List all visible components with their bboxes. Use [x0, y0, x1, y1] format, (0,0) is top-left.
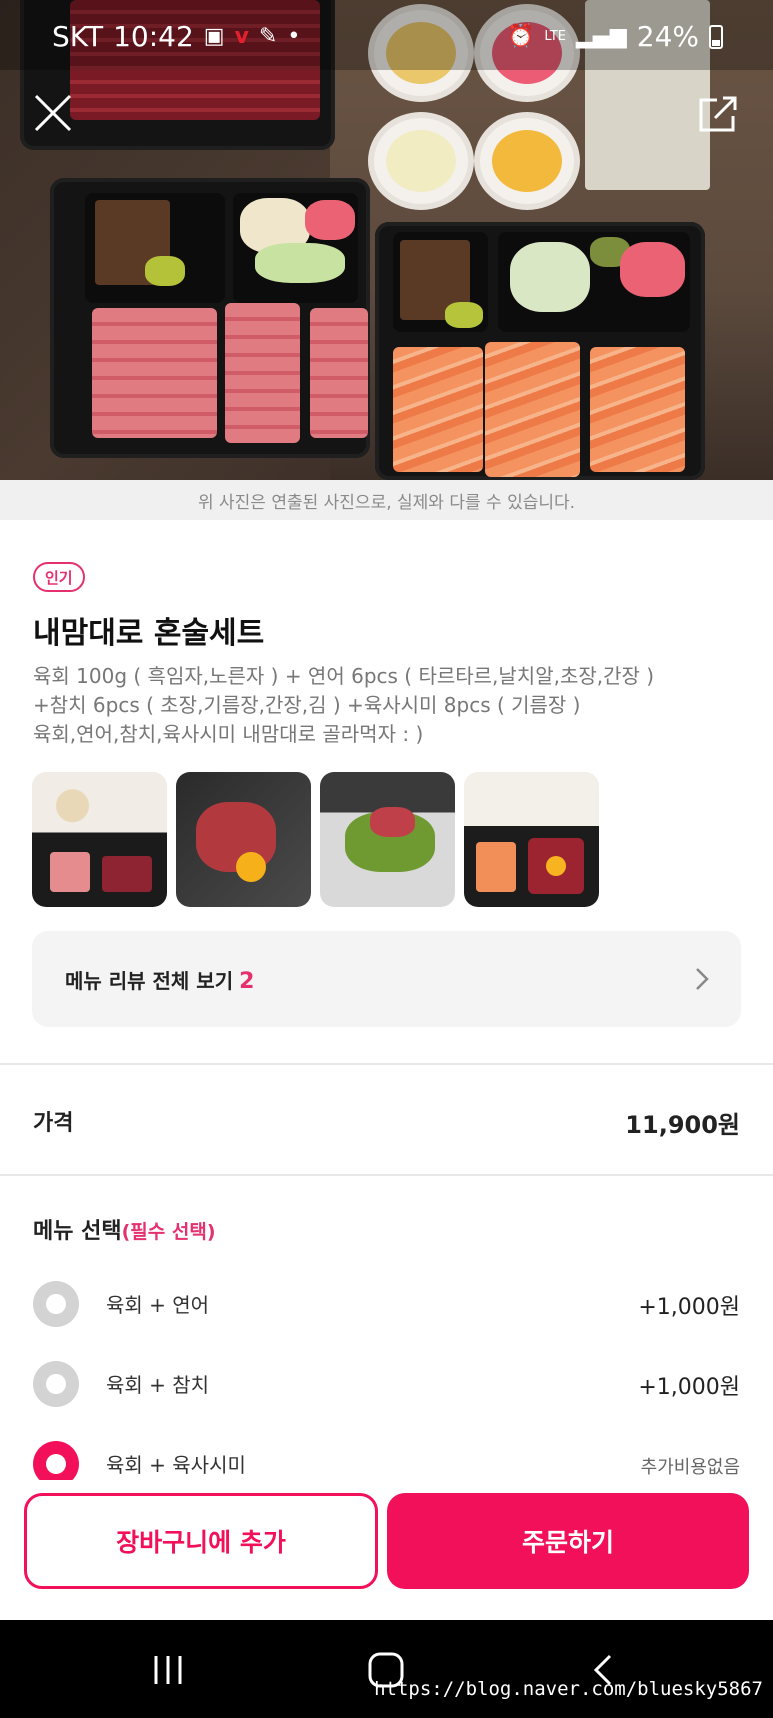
section-divider	[0, 1174, 773, 1176]
signal-icon: ▂▄▆	[576, 24, 627, 49]
option-price: 추가비용없음	[640, 1457, 740, 1478]
menu-select-label: 메뉴 선택	[33, 1219, 122, 1244]
review-label: 메뉴 리뷰 전체 보기	[65, 969, 234, 993]
close-button[interactable]	[30, 90, 78, 138]
product-title: 내맘대로 혼술세트	[33, 616, 265, 651]
chevron-right-icon	[696, 968, 709, 990]
notification-icon: ✎	[258, 24, 278, 49]
description-line: 육회 100g ( 흑임자,노른자 ) + 연어 6pcs ( 타르타르,날치알…	[33, 664, 655, 688]
menu-option[interactable]: 육회 + 연어 +1,000원	[0, 1273, 773, 1333]
carrier-label: SKT	[52, 20, 104, 53]
option-label: 육회 + 연어	[106, 1293, 210, 1317]
section-divider	[0, 1063, 773, 1065]
product-description: 육회 100g ( 흑임자,노른자 ) + 연어 6pcs ( 타르타르,날치알…	[33, 662, 743, 749]
price-value: 11,900원	[625, 1111, 740, 1139]
share-button[interactable]	[695, 90, 743, 138]
app-notification-icon: v	[234, 24, 249, 49]
price-label: 가격	[33, 1111, 74, 1136]
radio-button[interactable]	[33, 1361, 79, 1407]
network-type: LTE	[544, 29, 566, 44]
clock: 10:42	[113, 20, 194, 53]
hero-food-photo	[0, 0, 773, 480]
photo-disclaimer: 위 사진은 연출된 사진으로, 실제와 다를 수 있습니다.	[0, 480, 773, 520]
popular-badge: 인기	[33, 562, 85, 592]
bottom-action-bar: 장바구니에 추가 주문하기	[0, 1480, 773, 1618]
alarm-icon: ⏰	[506, 24, 535, 49]
more-notifications-icon: •	[287, 24, 301, 49]
description-line: 육회,연어,참치,육사시미 내맘대로 골라먹자 : )	[33, 722, 424, 746]
review-photo-list	[32, 772, 599, 907]
status-bar: SKT 10:42 ▣ v ✎ • ⏰ LTE ▂▄▆ 24%	[0, 0, 773, 70]
menu-review-link[interactable]: 메뉴 리뷰 전체 보기 2	[32, 931, 741, 1027]
review-label-row: 메뉴 리뷰 전체 보기 2	[65, 965, 254, 994]
review-photo[interactable]	[32, 772, 167, 907]
review-count: 2	[239, 969, 255, 994]
battery-icon	[709, 24, 723, 49]
option-label: 육회 + 육사시미	[106, 1453, 246, 1477]
review-photo[interactable]	[176, 772, 311, 907]
review-photo[interactable]	[464, 772, 599, 907]
watermark: https://blog.naver.com/bluesky5867	[374, 1678, 763, 1700]
description-line: +참치 6pcs ( 초장,기름장,간장,김 ) +육사시미 8pcs ( 기름…	[33, 693, 581, 717]
gallery-icon: ▣	[203, 24, 225, 49]
option-price: +1,000원	[638, 1375, 740, 1400]
option-label: 육회 + 참치	[106, 1373, 210, 1397]
recent-apps-icon[interactable]	[148, 1650, 188, 1690]
radio-button[interactable]	[33, 1281, 79, 1327]
order-button[interactable]: 주문하기	[387, 1493, 749, 1589]
menu-select-title: 메뉴 선택(필수 선택)	[33, 1213, 216, 1245]
option-price: +1,000원	[638, 1295, 740, 1320]
menu-option[interactable]: 육회 + 참치 +1,000원	[0, 1353, 773, 1413]
close-icon	[34, 94, 72, 132]
system-nav-bar: https://blog.naver.com/bluesky5867	[0, 1620, 773, 1718]
required-label: (필수 선택)	[121, 1221, 216, 1243]
review-photo[interactable]	[320, 772, 455, 907]
battery-percent: 24%	[636, 20, 699, 53]
share-icon	[699, 96, 737, 132]
add-to-cart-button[interactable]: 장바구니에 추가	[24, 1493, 378, 1589]
